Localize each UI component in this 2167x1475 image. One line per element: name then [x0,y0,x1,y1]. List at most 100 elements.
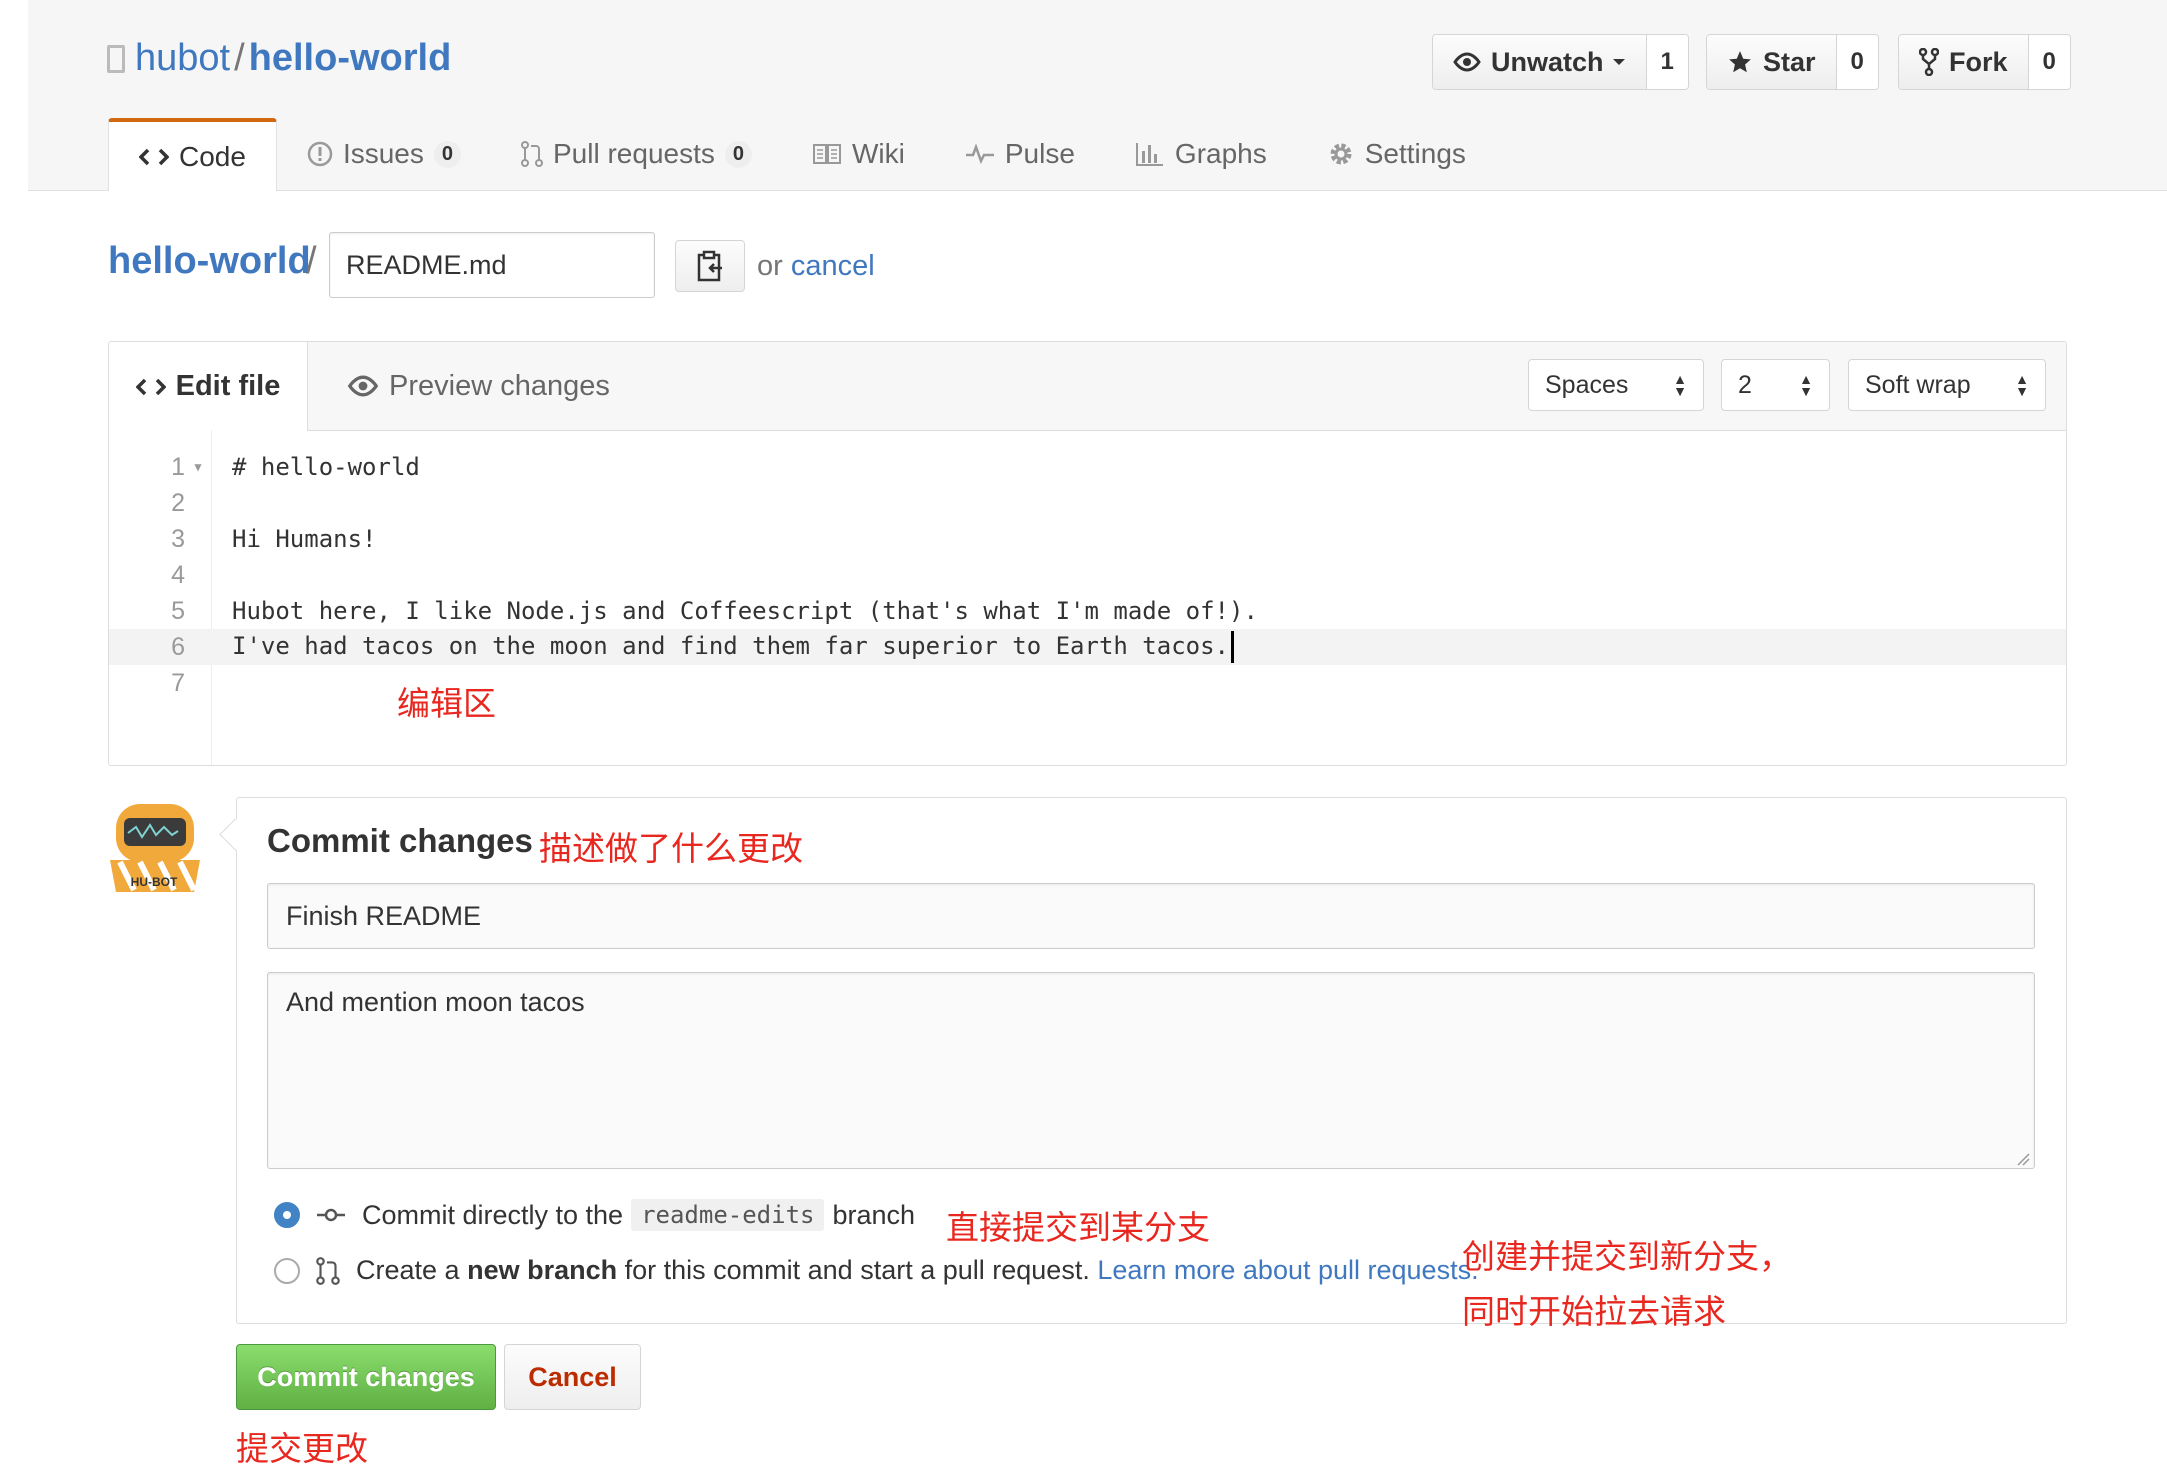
fold-arrow-icon[interactable]: ▼ [185,460,211,474]
repo-link[interactable]: hello-world [249,37,452,79]
tab-issues[interactable]: Issues 0 [277,118,491,190]
code-line[interactable]: 3 Hi Humans! [109,521,2066,557]
pull-request-icon [316,1256,340,1285]
editor-toolbar: Edit file Preview changes Spaces ▲ ▼ 2 ▲ ▼… [109,342,2066,431]
eye-icon [1453,52,1481,72]
code-line[interactable]: 4 [109,557,2066,593]
cancel-link[interactable]: cancel [791,250,875,282]
annotation-describe-change: 描述做了什么更改 [539,829,803,868]
indent-size-select[interactable]: 2 ▲ ▼ [1721,359,1830,411]
commit-icon [317,1208,345,1222]
star-icon [1729,51,1751,73]
tab-code-label: Code [179,140,246,172]
code-line[interactable]: 5 Hubot here, I like Node.js and Coffees… [109,593,2066,629]
tab-preview-changes[interactable]: Preview changes [347,342,610,430]
tab-preview-changes-label: Preview changes [389,369,610,402]
fork-icon [1919,48,1939,76]
tab-wiki-label: Wiki [852,138,905,169]
new-branch-suffix: for this commit and start a pull request… [624,1255,1090,1285]
select-arrows-icon: ▲ ▼ [1799,371,1813,399]
commit-summary-input[interactable]: Finish README [267,883,2035,949]
breadcrumb-separator: / [306,240,317,282]
forks-count[interactable]: 0 [2028,35,2070,89]
gear-icon [1330,143,1352,165]
owner-link[interactable]: hubot [135,37,230,79]
new-branch-option[interactable]: Create a new branch for this commit and … [274,1255,1479,1286]
tab-pull-requests[interactable]: Pull requests 0 [491,118,782,190]
unwatch-button[interactable]: Unwatch [1433,35,1647,89]
clipboard-icon [697,250,722,282]
new-branch-bold: new branch [467,1255,618,1285]
unwatch-label: Unwatch [1491,46,1604,77]
or-text: or [757,250,783,282]
code-line-active[interactable]: 6 I've had tacos on the moon and find th… [109,629,2066,665]
commit-description-textarea[interactable]: And mention moon tacos [267,972,2035,1169]
tab-code[interactable]: Code [108,118,277,191]
line-number: 1 [171,452,185,481]
code-icon [135,378,166,395]
eye-icon [347,375,379,397]
tab-pulse[interactable]: Pulse [935,118,1105,190]
or-cancel: or cancel [757,250,875,283]
fork-button[interactable]: Fork [1899,35,2029,89]
fork-label: Fork [1949,46,2008,77]
filename-input[interactable]: README.md [329,232,655,298]
indent-mode-value: Spaces [1545,370,1629,399]
cancel-button[interactable]: Cancel [504,1344,641,1410]
tab-edit-file-label: Edit file [175,370,281,402]
tab-wiki[interactable]: Wiki [782,118,935,190]
star-button[interactable]: Star [1707,35,1837,89]
new-branch-radio[interactable] [274,1257,300,1284]
code-line[interactable]: 1 ▼ # hello-world [109,449,2066,485]
stars-count[interactable]: 0 [1836,35,1878,89]
watch-group: Unwatch 1 [1432,34,1689,90]
annotation-edit-area: 编辑区 [397,684,496,723]
line-text: Hi Humans! [232,525,377,553]
tab-edit-file[interactable]: Edit file [109,342,308,431]
pulse-icon [965,143,994,165]
tab-pulse-label: Pulse [1004,138,1075,169]
annotation-new-branch-1: 创建并提交到新分支， [1462,1237,1792,1276]
code-icon [139,148,169,165]
pull-request-icon [521,141,543,167]
repo-nav: Code Issues 0 Pull requests 0 Wiki Pulse… [108,118,1496,191]
commit-changes-button[interactable]: Commit changes [236,1344,496,1410]
indent-size-value: 2 [1738,370,1752,399]
commit-direct-radio[interactable] [274,1202,300,1228]
select-arrows-icon: ▲ ▼ [2015,371,2029,399]
line-number: 5 [171,596,185,625]
tab-settings[interactable]: Settings [1297,118,1496,190]
chevron-down-icon [1612,59,1625,65]
repo-icon [107,45,125,73]
commit-direct-option[interactable]: Commit directly to the readme-edits bran… [274,1199,915,1231]
breadcrumb-repo-link[interactable]: hello-world [108,240,311,283]
line-number: 2 [171,488,185,517]
learn-more-link[interactable]: Learn more about pull requests. [1097,1255,1478,1286]
annotation-commit-direct: 直接提交到某分支 [946,1208,1210,1247]
text-cursor [1231,631,1234,663]
indent-mode-select[interactable]: Spaces ▲ ▼ [1528,359,1704,411]
line-number: 6 [171,632,185,661]
avatar-label: HU-BOT [131,875,178,889]
line-text-with-cursor: I've had tacos on the moon and find them… [232,631,1234,663]
wrap-mode-select[interactable]: Soft wrap ▲ ▼ [1848,359,2046,411]
fork-group: Fork 0 [1898,34,2071,90]
watchers-count[interactable]: 1 [1646,35,1688,89]
copy-path-button[interactable] [675,240,745,292]
line-number: 7 [171,668,185,697]
wrap-mode-value: Soft wrap [1865,370,1971,399]
resize-handle-icon[interactable] [2016,1152,2030,1166]
annotation-new-branch-2: 同时开始拉去请求 [1462,1292,1726,1331]
tab-graphs-label: Graphs [1174,138,1267,169]
star-group: Star 0 [1706,34,1879,90]
line-number: 4 [171,560,185,589]
tab-graphs[interactable]: Graphs [1105,118,1297,190]
new-branch-prefix: Create a [356,1255,460,1285]
tab-settings-label: Settings [1364,138,1466,169]
tab-issues-label: Issues [342,138,424,169]
code-line[interactable]: 2 [109,485,2066,521]
commit-direct-text: Commit directly to the [362,1199,624,1230]
branch-name: readme-edits [631,1199,825,1231]
select-arrows-icon: ▲ ▼ [1673,371,1687,399]
avatar: HU-BOT [106,800,204,896]
